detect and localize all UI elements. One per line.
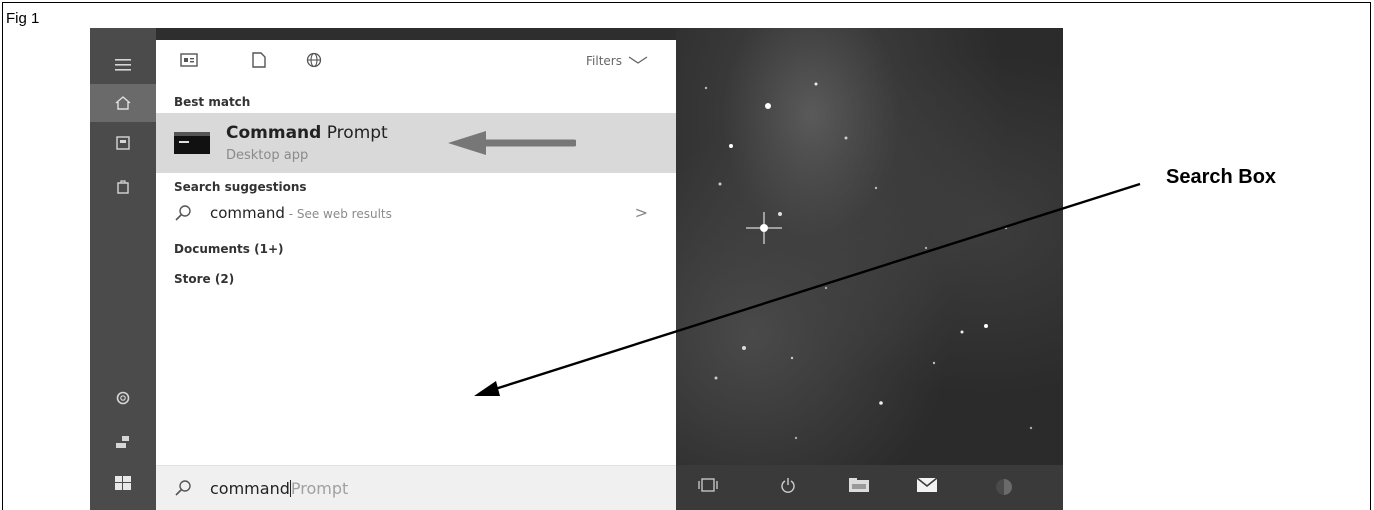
callout-arrow: [474, 182, 1141, 396]
search-box-callout: Search Box: [1166, 166, 1277, 188]
